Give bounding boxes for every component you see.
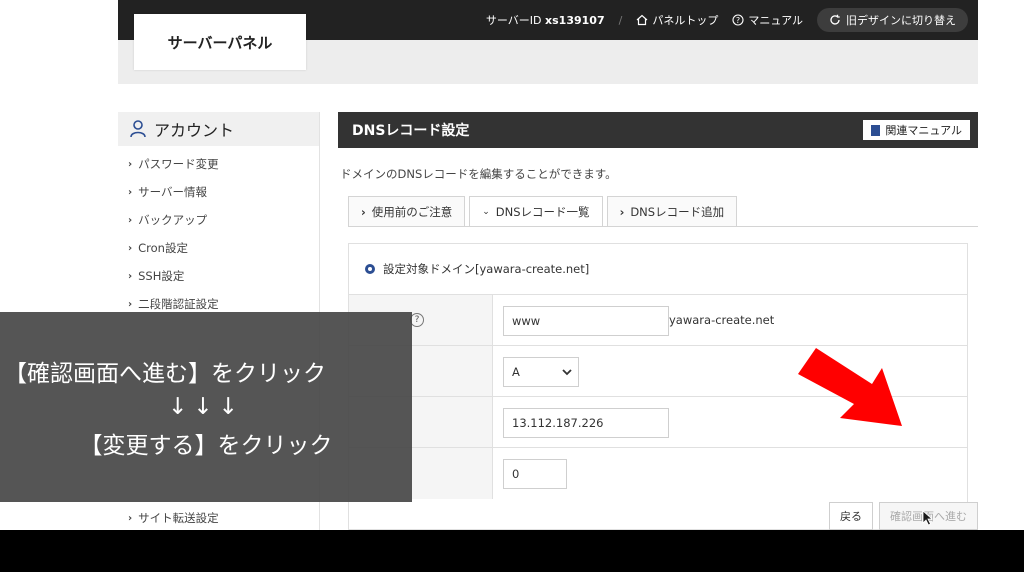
ring-bullet-icon [365, 264, 375, 274]
tab-precautions[interactable]: › 使用前のご注意 [348, 196, 466, 226]
logo: サーバーパネル [134, 14, 306, 70]
tab-bar: › 使用前のご注意 ⌄ DNSレコード一覧 › DNSレコード追加 [348, 196, 738, 227]
chevron-right-icon: › [619, 204, 625, 219]
refresh-icon [830, 14, 840, 25]
priority-row: 0 [349, 448, 967, 499]
manual-link[interactable]: ? マニュアル [732, 12, 803, 28]
panel-top-link[interactable]: パネルトップ [636, 12, 718, 28]
help-icon: ? [732, 14, 744, 26]
related-manual-button[interactable]: 関連マニュアル [863, 120, 970, 140]
video-letterbox [0, 530, 1024, 572]
sidebar-item-ssh[interactable]: › SSH設定 [118, 262, 319, 290]
separator: / [618, 13, 623, 27]
page-description: ドメインのDNSレコードを編集することができます。 [340, 167, 617, 181]
page-title-bar: DNSレコード設定 関連マニュアル [338, 112, 978, 148]
home-icon [636, 14, 648, 26]
overlay-line-2: ↓↓↓ [168, 394, 244, 420]
host-input[interactable]: www [503, 306, 669, 336]
overlay-line-1: 【確認画面へ進む】をクリック [4, 361, 326, 387]
sidebar-item-backup[interactable]: › バックアップ [118, 206, 319, 234]
panel-header: 設定対象ドメイン[yawara-create.net] [349, 244, 967, 295]
priority-input[interactable]: 0 [503, 459, 567, 489]
server-id: サーバーID xs139107 [485, 14, 605, 27]
sidebar-item-cron[interactable]: › Cron設定 [118, 234, 319, 262]
chevron-right-icon: › [128, 270, 133, 282]
action-buttons: 戻る 確認画面へ進む [829, 502, 978, 530]
chevron-right-icon: › [128, 512, 133, 524]
back-button[interactable]: 戻る [829, 502, 873, 530]
chevron-right-icon: › [128, 186, 133, 198]
type-select[interactable]: A [503, 357, 579, 387]
help-icon[interactable]: ? [410, 313, 424, 327]
main-content: DNSレコード設定 関連マニュアル ドメインのDNSレコードを編集することができ… [338, 112, 978, 530]
tab-dns-record-add[interactable]: › DNSレコード追加 [606, 196, 738, 226]
host-row: ? www yawara-create.net [349, 295, 967, 346]
chevron-right-icon: › [128, 298, 133, 310]
chevron-right-icon: › [128, 158, 133, 170]
book-icon [871, 124, 881, 136]
content-input[interactable]: 13.112.187.226 [503, 408, 669, 438]
page-title: DNSレコード設定 [352, 123, 470, 139]
host-suffix: yawara-create.net [669, 313, 775, 327]
tab-dns-record-list[interactable]: ⌄ DNSレコード一覧 [469, 196, 603, 227]
sidebar-item-password[interactable]: › パスワード変更 [118, 150, 319, 178]
sidebar-item-server-info[interactable]: › サーバー情報 [118, 178, 319, 206]
chevron-down-icon: ⌄ [482, 207, 490, 217]
chevron-right-icon: › [128, 242, 133, 254]
sidebar-header: アカウント [118, 112, 319, 146]
mouse-cursor-icon [922, 510, 934, 526]
overlay-line-3: 【変更する】をクリック [79, 433, 333, 459]
chevron-down-icon [562, 369, 572, 376]
chevron-right-icon: › [361, 204, 366, 219]
red-arrow-icon [798, 348, 902, 426]
old-design-button[interactable]: 旧デザインに切り替え [817, 8, 968, 32]
user-icon [130, 120, 146, 138]
svg-text:?: ? [736, 16, 740, 25]
chevron-right-icon: › [128, 214, 133, 226]
tab-divider [348, 226, 978, 227]
instruction-overlay: 【確認画面へ進む】をクリック ↓↓↓ 【変更する】をクリック [0, 312, 412, 502]
sidebar-item-site-forward[interactable]: › サイト転送設定 [118, 504, 219, 530]
